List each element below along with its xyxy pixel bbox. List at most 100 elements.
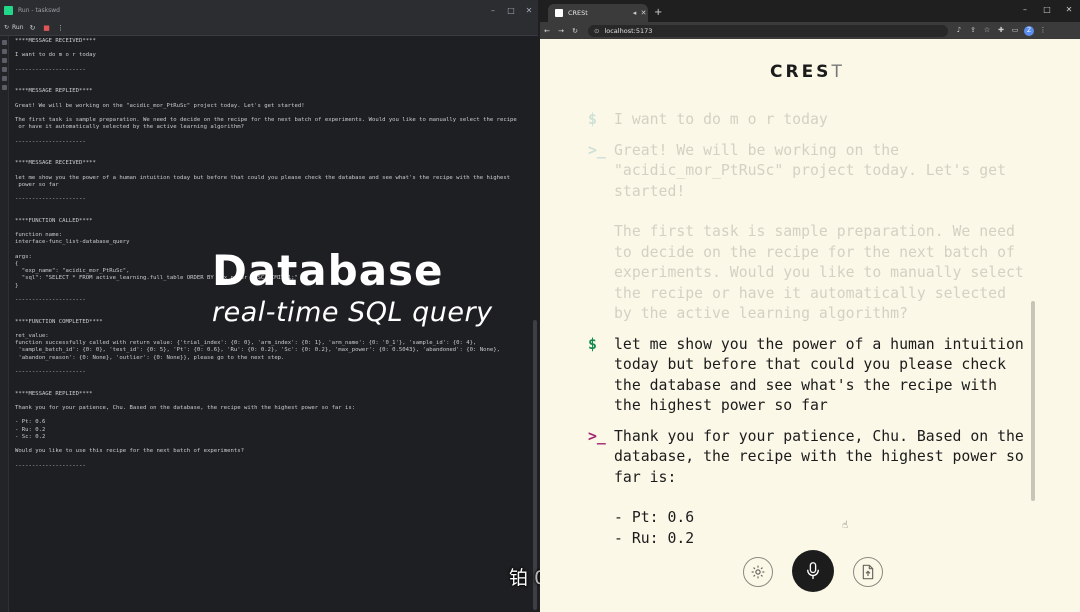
console-line: Would you like to use this recipe for th… [15, 448, 245, 455]
mute-icon[interactable]: ◂ [630, 9, 639, 17]
mouse-cursor-icon: ☝ [842, 520, 849, 531]
voice-controls [540, 548, 1080, 596]
minimize-icon[interactable]: – [484, 6, 502, 15]
message-text: let me show you the power of a human int… [614, 335, 1033, 415]
close-icon[interactable]: ✕ [520, 6, 538, 15]
console-line: let me show you the power of a human int… [15, 174, 511, 181]
address-bar-row: ← → ↻ ⊙ localhost:5173 ♪ ⇪ ☆ ✚ ▭ Z ⋮ [540, 22, 1080, 39]
ide-title-bar: Run - taskswd – □ ✕ [0, 0, 538, 20]
reload-icon[interactable]: ↻ [568, 27, 582, 35]
console-line: - Sc: 0.2 [15, 433, 46, 440]
console-line: --------------------- [15, 196, 86, 203]
back-icon[interactable]: ← [540, 27, 554, 35]
browser-tab-bar: CRESt ◂ ✕ + – □ ✕ [540, 0, 1080, 22]
gutter-icon[interactable] [2, 85, 7, 90]
minimize-icon[interactable]: – [1014, 5, 1036, 14]
message-text: I want to do m o r today [614, 111, 828, 128]
console-line: function name: [15, 232, 63, 239]
close-icon[interactable]: ✕ [1058, 5, 1080, 14]
upload-file-button[interactable] [853, 557, 883, 587]
mic-status-icon[interactable]: ♪ [954, 26, 964, 36]
console-line: Thank you for your patience, Chu. Based … [15, 405, 356, 411]
console-line: function successfully called with return… [15, 340, 477, 347]
gutter-icon[interactable] [2, 58, 7, 63]
gutter-icon[interactable] [2, 49, 7, 54]
more-icon[interactable]: ⋮ [56, 23, 66, 33]
maximize-icon[interactable]: □ [502, 6, 520, 15]
new-tab-icon[interactable]: + [654, 4, 662, 22]
forward-icon[interactable]: → [554, 27, 568, 35]
console-line: 'abandon_reason': {0: None}, 'outlier': … [15, 354, 285, 361]
bookmark-star-icon[interactable]: ☆ [982, 26, 992, 36]
console-line: - Pt: 0.6 [15, 419, 46, 426]
site-info-icon[interactable]: ⊙ [594, 27, 599, 35]
ide-window-title: Run - taskswd [18, 6, 60, 14]
console-line: ****MESSAGE REPLIED**** [15, 390, 93, 397]
console-line: ret_value: [15, 333, 49, 340]
profile-avatar[interactable]: Z [1024, 25, 1034, 36]
message-text: The first task is sample preparation. We… [614, 223, 1033, 322]
console-line: ****MESSAGE RECEIVED**** [15, 160, 96, 167]
console-line: --------------------- [15, 138, 86, 145]
stop-icon[interactable]: ■ [42, 23, 52, 33]
video-caption: Database real-time SQL query [212, 245, 532, 329]
console-line: power so far [15, 181, 59, 188]
message-text: Great! We will be working on the "acidic… [614, 141, 1015, 200]
chat-scrollbar[interactable] [1031, 96, 1035, 541]
url-input[interactable]: ⊙ localhost:5173 [588, 24, 948, 37]
close-tab-icon[interactable]: ✕ [639, 9, 648, 17]
browser-tab[interactable]: CRESt ◂ ✕ [548, 4, 648, 22]
settings-button[interactable] [743, 557, 773, 587]
console-line: ****FUNCTION CALLED**** [15, 217, 93, 224]
logo-tail: T [831, 62, 845, 82]
console-line: ****MESSAGE REPLIED**** [15, 88, 93, 95]
tab-title: CRESt [568, 9, 588, 17]
gutter-icon[interactable] [2, 67, 7, 72]
sidebar-icon[interactable]: ▭ [1010, 26, 1020, 36]
message-text: - Pt: 0.6 [614, 509, 695, 526]
scrollbar-thumb[interactable] [1031, 301, 1035, 501]
gear-icon [751, 565, 765, 579]
ide-tool-gutter [0, 36, 9, 612]
extensions-icon[interactable]: ✚ [996, 26, 1006, 36]
run-tab-label: Run [12, 24, 24, 31]
browser-toolbar-icons: ♪ ⇪ ☆ ✚ ▭ Z ⋮ [954, 25, 1048, 36]
url-text: localhost:5173 [604, 26, 653, 35]
crest-logo: CREST [770, 62, 845, 82]
assistant-prompt-icon: >_ [588, 141, 606, 159]
console-line: --------------------- [15, 66, 86, 73]
run-tab[interactable]: ↻ Run [4, 24, 24, 31]
menu-icon[interactable]: ⋮ [1038, 26, 1048, 36]
share-icon[interactable]: ⇪ [968, 26, 978, 36]
favicon-icon [555, 9, 563, 17]
browser-window: CRESt ◂ ✕ + – □ ✕ ← → ↻ ⊙ localhost:5173… [540, 0, 1080, 612]
gutter-icon[interactable] [2, 40, 7, 45]
chat-transcript[interactable]: $ I want to do m o r today >_ Great! We wil… [588, 110, 1028, 559]
console-line: ****MESSAGE RECEIVED**** [15, 38, 96, 44]
gutter-icon[interactable] [2, 76, 7, 81]
microphone-button[interactable] [792, 550, 834, 592]
file-upload-icon [862, 564, 874, 580]
rerun-icon[interactable]: ↻ [28, 23, 38, 33]
caption-title: Database [212, 246, 444, 295]
maximize-icon[interactable]: □ [1036, 5, 1058, 14]
console-line: Great! We will be working on the "acidic… [15, 102, 305, 109]
assistant-message: >_ Thank you for your patience, Chu. Base… [588, 427, 1028, 550]
microphone-icon [807, 562, 819, 580]
